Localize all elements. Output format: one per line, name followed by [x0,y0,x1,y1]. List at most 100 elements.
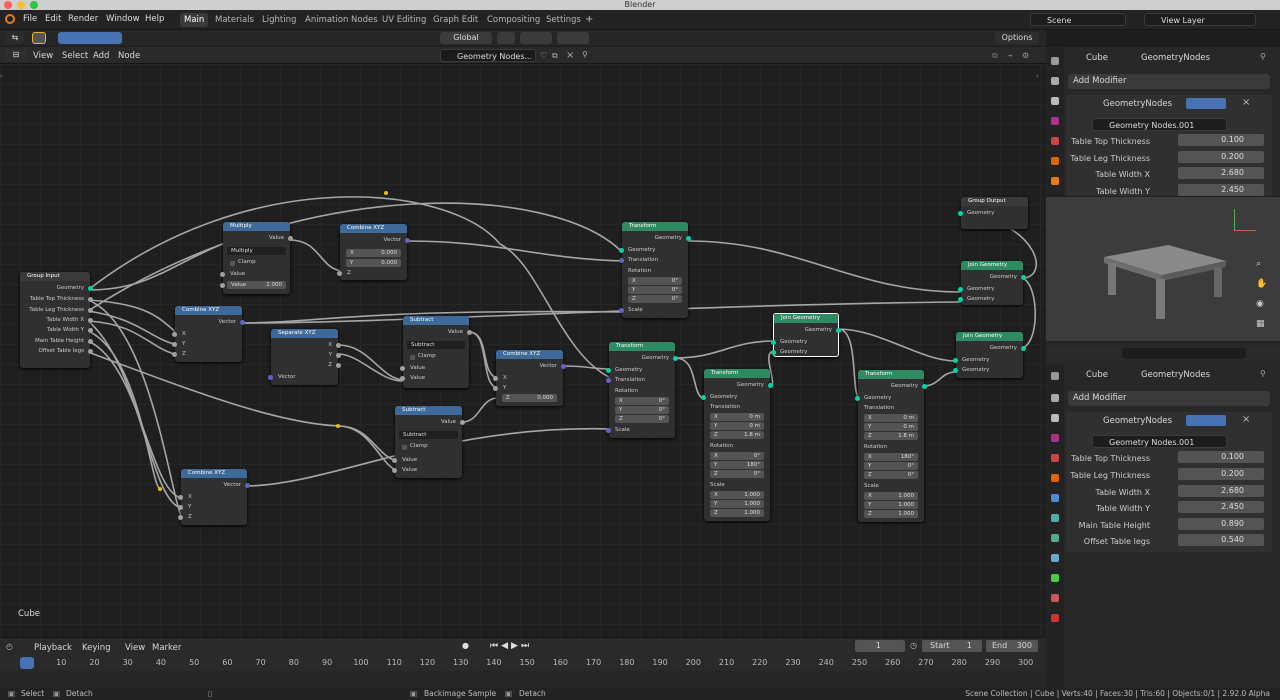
clamp-checkbox[interactable] [410,355,415,360]
translation-x-field[interactable]: X0 m [710,413,764,421]
rotation-y-field[interactable]: Y 180° [710,461,764,469]
socket[interactable] [400,376,405,381]
view-layer-tab-icon[interactable] [1051,434,1059,442]
node-multiply[interactable]: Multiply Value Multiply Clamp Value Valu… [220,222,293,294]
socket[interactable] [88,339,93,344]
value-field[interactable]: 0.100 [1178,451,1264,463]
scale-z-field[interactable]: Z 1.000 [710,509,764,517]
translation-y-field[interactable]: Y0 m [710,422,764,430]
scale-x-field[interactable]: X 1.000 [864,492,918,500]
fake-user-icon[interactable]: ♡ [540,51,547,60]
timeline-menu-marker[interactable]: Marker [152,643,181,653]
modifier-name-field[interactable]: GeometryNodes [1103,99,1172,109]
tool-tab-icon[interactable] [1051,372,1059,380]
material-tab-icon[interactable] [1051,594,1059,602]
z-field[interactable]: Z 0.000 [502,394,557,402]
socket[interactable] [619,248,624,253]
socket[interactable] [240,320,245,325]
node-editor-type-icon[interactable]: ⊟ [6,49,26,61]
close-window-button[interactable] [4,1,12,9]
socket[interactable] [768,383,773,388]
select-box-tool-icon[interactable] [32,32,46,44]
data-tab-icon[interactable] [1051,574,1059,582]
workspace-tab-uv-editing[interactable]: UV Editing [378,13,430,27]
timeline-menu-keying[interactable]: Keying [82,643,111,653]
snap-icon[interactable] [520,32,552,44]
end-frame-field[interactable]: End 300 [986,640,1038,652]
socket[interactable] [836,328,841,333]
value-field[interactable]: 0.200 [1178,151,1264,163]
constraints-tab-icon[interactable] [1051,554,1059,562]
socket[interactable] [958,287,963,292]
add-modifier-button[interactable]: Add Modifier [1068,74,1270,89]
socket[interactable] [958,211,963,216]
socket[interactable] [392,458,397,463]
menu-help[interactable]: Help [145,14,164,24]
timeline-menu-playback[interactable]: Playback [34,643,72,653]
node-tree-selector[interactable]: Geometry Nodes... [440,49,536,62]
socket[interactable] [958,297,963,302]
pan-hand-icon[interactable]: ✋ [1256,279,1267,289]
socket[interactable] [606,368,611,373]
scene-tab-icon[interactable] [1051,454,1059,462]
pivot-icon[interactable] [497,32,515,44]
translation-z-field[interactable]: Z 1.8 m [864,432,918,440]
socket[interactable] [220,283,225,288]
header-menu-select[interactable]: Select [62,51,88,61]
node-combine-xyz-2[interactable]: Combine XYZ Vector X Y Z [172,306,245,362]
socket[interactable] [172,342,177,347]
rotation-x-field[interactable]: X 180° [864,453,918,461]
value-field[interactable]: 0.890 [1178,518,1264,530]
workspace-tab-materials[interactable]: Materials [211,13,258,27]
socket[interactable] [392,468,397,473]
scale-z-field[interactable]: Z 1.000 [864,510,918,518]
socket[interactable] [619,258,624,263]
grid-icon[interactable]: ▦ [1256,319,1265,329]
socket[interactable] [268,375,273,380]
zoom-window-button[interactable] [30,1,38,9]
transform-orientation-dropdown[interactable]: Global [440,32,492,44]
node-combine-xyz-4[interactable]: Combine XYZ Vector X Y Z [178,469,250,525]
socket[interactable] [88,318,93,323]
scene-tab-icon[interactable] [1051,137,1059,145]
header-menu-view[interactable]: View [33,51,53,61]
scale-y-field[interactable]: Y 1.000 [864,501,918,509]
pin-icon[interactable]: ⚲ [582,50,588,59]
socket[interactable] [220,272,225,277]
timeline-menu-view[interactable]: View [125,643,145,653]
navigation-gizmo-icon[interactable] [1234,209,1256,231]
socket[interactable] [88,328,93,333]
rotation-x-field[interactable]: X 0° [710,452,764,460]
modifier-visibility-icons[interactable] [1186,415,1226,426]
socket[interactable] [953,358,958,363]
remove-modifier-icon[interactable]: × [1242,97,1250,108]
sidebar-toggle-icon[interactable]: › [0,72,4,82]
operation-dropdown[interactable]: Multiply [227,247,286,255]
node-group-input[interactable]: Group Input Geometry Table Top Thickness… [20,272,93,368]
timeline-editor-type-icon[interactable]: ◴ [6,642,13,651]
socket[interactable] [178,505,183,510]
translation-x-field[interactable]: X0 m [864,414,918,422]
value-field[interactable]: 0.100 [1178,134,1264,146]
unlink-icon[interactable]: × [566,50,574,61]
world-tab-icon[interactable] [1051,157,1059,165]
y-field[interactable]: Y 0.000 [346,259,401,267]
node-join-geometry-3[interactable]: Join Geometry Geometry Geometry Geometry [953,332,1026,378]
options-dropdown[interactable]: Options [995,32,1039,44]
zoom-icon[interactable]: ⌕ [1256,259,1261,269]
workspace-tab-compositing[interactable]: Compositing [483,13,544,27]
value-field[interactable]: 2.450 [1178,184,1264,196]
rotation-z-field[interactable]: Z 0° [615,415,669,423]
n-panel-toggle-icon[interactable]: ‹ [1036,72,1044,82]
socket[interactable] [855,396,860,401]
workspace-tab-main[interactable]: Main [180,13,209,27]
rotation-x-field[interactable]: X 0° [628,277,682,285]
timeline-ruler[interactable]: 1102030405060708090100110120130140150160… [0,658,1046,670]
scale-y-field[interactable]: Y 1.000 [710,500,764,508]
object-tab-icon[interactable] [1051,474,1059,482]
socket[interactable] [922,384,927,389]
modifier-name-field[interactable]: GeometryNodes [1103,416,1172,426]
socket[interactable] [953,368,958,373]
socket[interactable] [337,271,342,276]
value-field[interactable]: 0.200 [1178,468,1264,480]
